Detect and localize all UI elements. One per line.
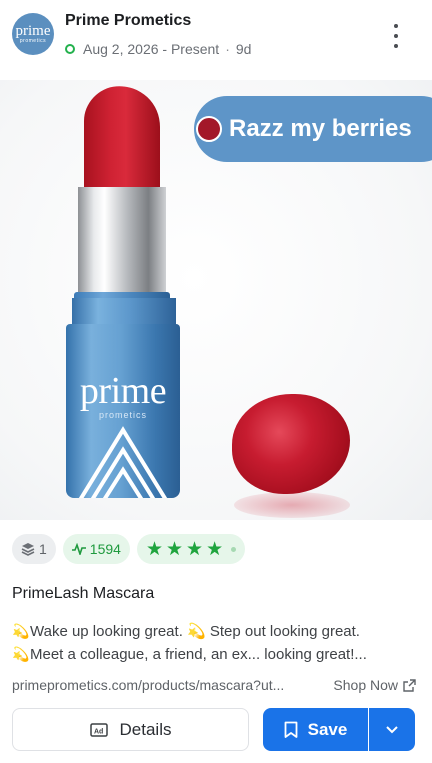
external-link-icon: [403, 678, 416, 692]
ad-icon: Ad: [89, 722, 108, 737]
dizzy-icon: 💫: [12, 646, 30, 662]
tube-logo-subtext: prometics: [98, 410, 147, 420]
details-button[interactable]: Ad Details: [12, 708, 249, 751]
description-line: 💫Wake up looking great. 💫 Step out looki…: [12, 620, 422, 643]
rating-stars: ★ ★ ★ ★: [145, 538, 237, 560]
star-icon: ★: [186, 538, 204, 560]
description-line: 💫Meet a colleague, a friend, an ex... lo…: [12, 643, 422, 666]
bookmark-icon: [284, 721, 298, 738]
ad-header: prime prometics Prime Prometics Aug 2, 2…: [0, 0, 432, 72]
save-options-button[interactable]: [369, 708, 415, 751]
chevron-pattern-icon: [78, 426, 168, 498]
activity-badge[interactable]: 1594: [62, 534, 130, 564]
product-title: PrimeLash Mascara: [12, 585, 155, 602]
layers-icon: [21, 542, 35, 556]
active-status-icon: [65, 44, 75, 54]
empty-star-icon: [231, 546, 237, 552]
swatch-reflection: [234, 492, 350, 518]
activity-count: 1594: [89, 541, 121, 557]
separator: ·: [225, 41, 230, 57]
lipstick-chrome-band: [78, 187, 166, 299]
star-icon: ★: [166, 538, 184, 560]
lipstick-tube: prime prometics: [66, 324, 180, 498]
shade-label: Razz my berries: [194, 96, 432, 162]
date-row: Aug 2, 2026 - Present · 9d: [65, 41, 251, 57]
product-image[interactable]: prime prometics Razz my berries: [0, 80, 432, 520]
avatar-logo-text: prime: [15, 23, 51, 39]
avatar[interactable]: prime prometics: [12, 13, 54, 55]
lipstick-bullet: [84, 83, 160, 199]
date-range: Aug 2, 2026 - Present: [83, 41, 220, 57]
svg-text:Ad: Ad: [94, 728, 103, 735]
dizzy-icon: 💫: [12, 623, 30, 639]
shade-name: Razz my berries: [229, 115, 412, 142]
avatar-logo-subtext: prometics: [19, 38, 47, 44]
details-label: Details: [119, 719, 172, 739]
save-button[interactable]: Save: [263, 708, 368, 751]
more-options-icon[interactable]: [386, 24, 406, 48]
layers-count: 1: [39, 541, 47, 557]
rating-badge[interactable]: ★ ★ ★ ★: [136, 534, 246, 564]
link-row: primeprometics.com/products/mascara?ut..…: [12, 675, 416, 695]
chevron-down-icon: [386, 726, 398, 734]
product-description: 💫Wake up looking great. 💫 Step out looki…: [12, 620, 422, 666]
shop-now-link[interactable]: Shop Now: [333, 677, 416, 693]
star-icon: ★: [145, 538, 163, 560]
activity-pulse-icon: [71, 543, 86, 555]
shade-color-icon: [196, 116, 222, 142]
tube-logo: prime: [79, 370, 167, 412]
ad-age: 9d: [235, 41, 252, 57]
product-url[interactable]: primeprometics.com/products/mascara?ut..…: [12, 677, 284, 693]
save-label: Save: [307, 719, 348, 739]
brand-name[interactable]: Prime Prometics: [65, 12, 191, 30]
stats-row: 1 1594 ★ ★ ★ ★: [12, 534, 252, 564]
layers-badge[interactable]: 1: [12, 534, 56, 564]
star-icon: ★: [206, 538, 224, 560]
